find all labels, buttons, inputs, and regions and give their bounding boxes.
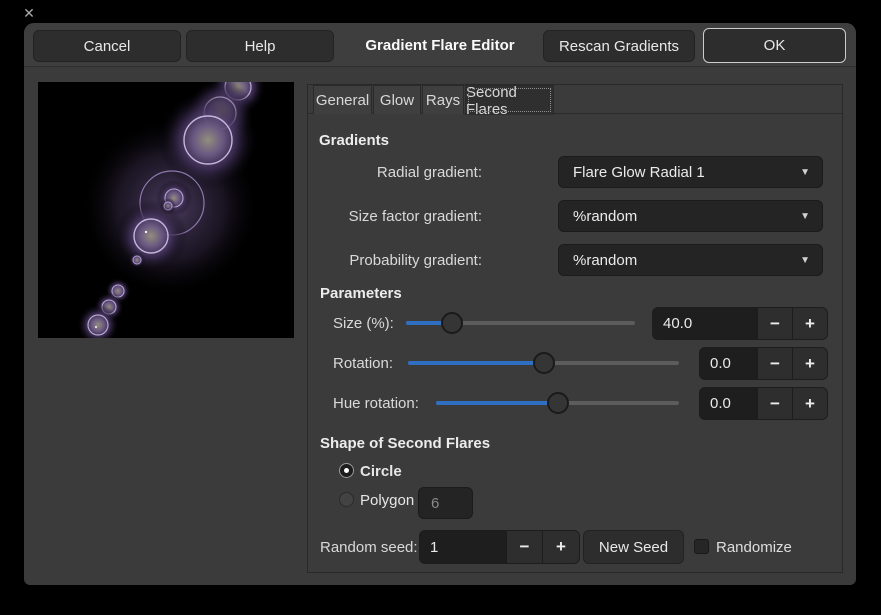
new-seed-button[interactable]: New Seed xyxy=(583,530,684,564)
hue-rotation-slider[interactable] xyxy=(436,391,679,415)
header-bar: Cancel Help Gradient Flare Editor Rescan… xyxy=(24,23,856,67)
hue-rotation-decrement-button[interactable]: − xyxy=(757,388,792,419)
random-seed-label: Random seed: xyxy=(320,539,418,556)
tab-second-flares[interactable]: Second Flares xyxy=(465,85,554,115)
rotation-label: Rotation: xyxy=(333,355,393,372)
slider-thumb[interactable] xyxy=(441,312,463,334)
size-slider[interactable] xyxy=(406,311,635,335)
gradient-flare-editor-dialog: Cancel Help Gradient Flare Editor Rescan… xyxy=(24,23,856,585)
hue-rotation-increment-button[interactable]: + xyxy=(792,388,827,419)
slider-thumb[interactable] xyxy=(533,352,555,374)
rotation-increment-button[interactable]: + xyxy=(792,348,827,379)
randomize-checkbox[interactable] xyxy=(694,539,709,554)
gradients-section-title: Gradients xyxy=(319,132,389,149)
polygon-radio[interactable] xyxy=(339,492,354,507)
size-factor-gradient-dropdown[interactable]: %random ▼ xyxy=(558,200,823,232)
rotation-decrement-button[interactable]: − xyxy=(757,348,792,379)
tab-general[interactable]: General xyxy=(313,85,372,114)
flare-preview xyxy=(38,82,294,338)
chevron-down-icon: ▼ xyxy=(800,255,810,266)
chevron-down-icon: ▼ xyxy=(800,211,810,222)
radial-gradient-label: Radial gradient: xyxy=(318,164,482,181)
dropdown-value: Flare Glow Radial 1 xyxy=(573,164,705,181)
slider-thumb[interactable] xyxy=(547,392,569,414)
shape-section-title: Shape of Second Flares xyxy=(320,435,490,452)
rescan-gradients-button[interactable]: Rescan Gradients xyxy=(543,30,695,62)
chevron-down-icon: ▼ xyxy=(800,167,810,178)
size-value-field[interactable]: 40.0 xyxy=(653,308,757,339)
hue-rotation-label: Hue rotation: xyxy=(333,395,419,412)
dropdown-value: %random xyxy=(573,252,637,269)
size-increment-button[interactable]: + xyxy=(792,308,827,339)
size-spinbox: 40.0 − + xyxy=(652,307,828,340)
parameters-section-title: Parameters xyxy=(320,285,402,302)
hue-rotation-value-field[interactable]: 0.0 xyxy=(700,388,757,419)
tab-bar: General Glow Rays Second Flares xyxy=(308,85,842,114)
random-seed-spinbox: 1 − + xyxy=(419,530,580,564)
size-label: Size (%): xyxy=(333,315,394,332)
tab-glow[interactable]: Glow xyxy=(373,85,421,114)
close-icon[interactable]: ✕ xyxy=(20,4,38,22)
dropdown-value: %random xyxy=(573,208,637,225)
random-seed-decrement-button[interactable]: − xyxy=(506,531,542,563)
randomize-label: Randomize xyxy=(716,539,792,556)
slider-fill xyxy=(408,361,544,365)
slider-fill xyxy=(436,401,558,405)
polygon-radio-label: Polygon xyxy=(360,492,414,509)
ok-button[interactable]: OK xyxy=(703,28,846,63)
probability-gradient-label: Probability gradient: xyxy=(318,252,482,269)
random-seed-value-field[interactable]: 1 xyxy=(420,531,506,563)
random-seed-increment-button[interactable]: + xyxy=(542,531,579,563)
circle-radio-label: Circle xyxy=(360,463,402,480)
polygon-sides-field[interactable]: 6 xyxy=(418,487,473,519)
rotation-slider[interactable] xyxy=(408,351,679,375)
size-factor-gradient-label: Size factor gradient: xyxy=(318,208,482,225)
hue-rotation-spinbox: 0.0 − + xyxy=(699,387,828,420)
tab-rays[interactable]: Rays xyxy=(422,85,464,114)
size-decrement-button[interactable]: − xyxy=(757,308,792,339)
rotation-value-field[interactable]: 0.0 xyxy=(700,348,757,379)
flare-preview-image xyxy=(38,82,294,338)
circle-radio[interactable] xyxy=(339,463,354,478)
settings-notebook: General Glow Rays Second Flares Gradient… xyxy=(307,84,843,573)
rotation-spinbox: 0.0 − + xyxy=(699,347,828,380)
radial-gradient-dropdown[interactable]: Flare Glow Radial 1 ▼ xyxy=(558,156,823,188)
probability-gradient-dropdown[interactable]: %random ▼ xyxy=(558,244,823,276)
